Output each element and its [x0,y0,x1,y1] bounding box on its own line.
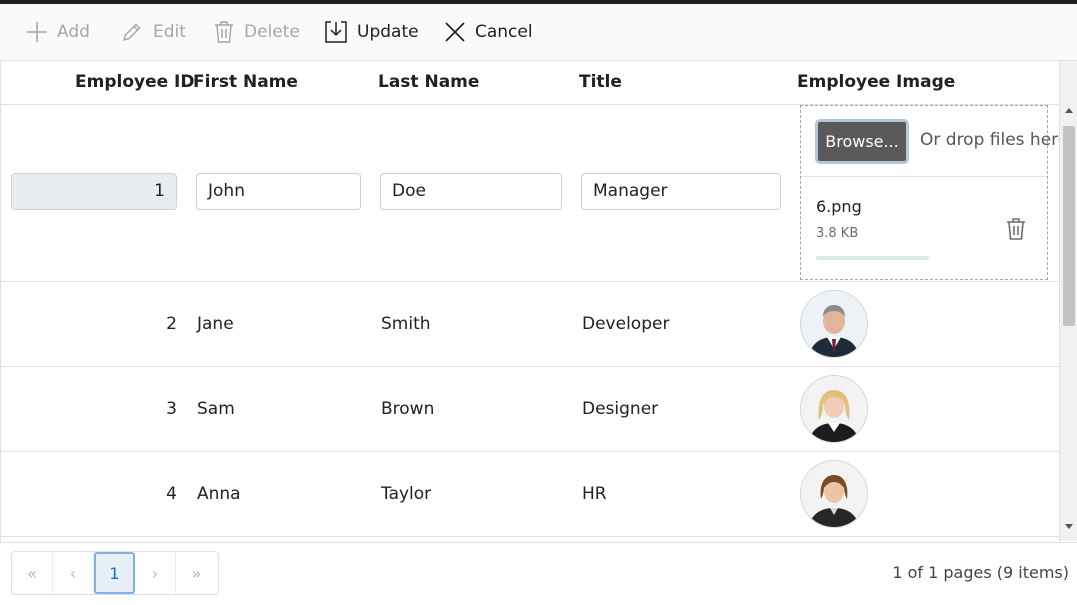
table-row[interactable]: 4 Anna Taylor HR [1,452,1060,537]
scroll-up-arrow-icon[interactable] [1065,108,1073,113]
first-name-field[interactable]: John [196,173,361,210]
cancel-label: Cancel [475,22,533,42]
title-cell: Developer [582,314,670,334]
update-label: Update [357,22,419,42]
trash-icon [1007,218,1025,240]
previous-page-button[interactable]: ‹ [53,552,94,594]
trash-icon [215,21,233,43]
column-header-first-name[interactable]: First Name [193,61,298,104]
last-page-button[interactable]: » [176,552,217,594]
browse-button[interactable]: Browse... [815,119,909,164]
grid-pager: « ‹ 1 › » 1 of 1 pages (9 items) [0,542,1077,605]
employee-avatar [800,290,868,358]
add-button[interactable]: Add [26,4,90,60]
employee-id-field: 1 [11,173,177,210]
column-header-last-name[interactable]: Last Name [378,61,479,104]
employee-id-cell: 3 [166,399,177,419]
drop-zone-text: Or drop files here [920,130,1069,150]
pager-info: 1 of 1 pages (9 items) [892,563,1069,582]
uploaded-file-name: 6.png [816,197,862,216]
upload-progress-bar [816,256,929,260]
first-name-cell: Anna [197,484,241,504]
image-uploader[interactable]: Browse... Or drop files here 6.png 3.8 K… [800,105,1068,280]
last-name-cell: Brown [381,399,435,419]
remove-file-button[interactable] [1005,217,1027,245]
table-row[interactable]: 3 Sam Brown Designer [1,367,1060,452]
employee-id-cell: 2 [166,314,177,334]
employee-avatar [800,460,868,528]
add-label: Add [57,22,90,42]
pencil-icon [123,23,141,41]
close-icon [445,22,465,42]
edit-label: Edit [153,22,186,42]
employee-grid: Employee ID First Name Last Name Title E… [0,60,1077,542]
title-field[interactable]: Manager [581,173,781,210]
uploader-divider [801,176,1047,177]
uploaded-file-size: 3.8 KB [816,226,859,241]
first-name-cell: Jane [197,314,234,334]
title-cell: Designer [582,399,659,419]
column-header-employee-image[interactable]: Employee Image [797,61,955,104]
last-name-cell: Smith [381,314,431,334]
plus-icon [27,22,47,42]
column-header-employee-id[interactable]: Employee ID [75,61,195,104]
edit-button[interactable]: Edit [120,4,186,60]
vertical-scrollbar[interactable] [1059,61,1077,541]
delete-button[interactable]: Delete [213,4,300,60]
next-page-button[interactable]: › [135,552,176,594]
page-number-button[interactable]: 1 [94,552,135,594]
cancel-button[interactable]: Cancel [444,4,533,60]
first-name-cell: Sam [197,399,235,419]
grid-header: Employee ID First Name Last Name Title E… [1,61,1060,105]
scrollbar-thumb[interactable] [1063,126,1075,326]
table-row[interactable]: 2 Jane Smith Developer [1,282,1060,367]
employee-id-cell: 4 [166,484,177,504]
delete-label: Delete [244,22,300,42]
last-name-cell: Taylor [381,484,432,504]
edit-row: 1 John Doe Manager Browse... Or drop fil… [1,105,1068,282]
last-name-field[interactable]: Doe [380,173,562,210]
column-header-title[interactable]: Title [579,61,622,104]
pager-nav: « ‹ 1 › » [11,551,219,595]
grid-toolbar: Add Edit Delete Update Cancel [0,4,1077,60]
update-button[interactable]: Update [324,4,419,60]
scroll-down-arrow-icon[interactable] [1065,524,1073,529]
save-download-icon [325,21,347,43]
title-cell: HR [582,484,607,504]
first-page-button[interactable]: « [12,552,53,594]
employee-avatar [800,375,868,443]
